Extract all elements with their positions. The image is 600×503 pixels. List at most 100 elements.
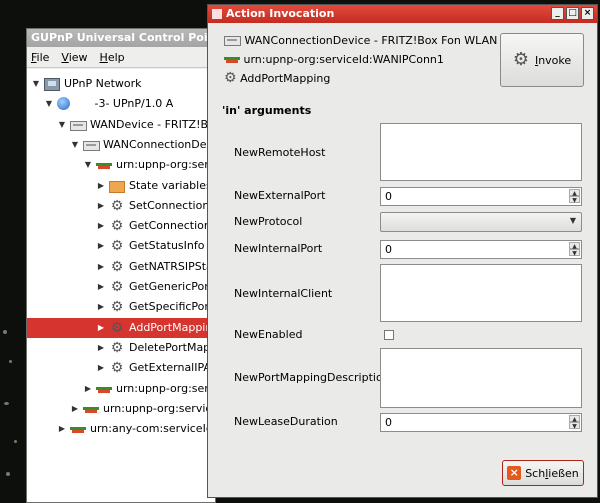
spin-up-icon[interactable]: ▲ bbox=[569, 242, 580, 250]
expander-closed-icon[interactable]: ▶ bbox=[96, 358, 106, 378]
tree-row-label: State variables bbox=[129, 178, 212, 192]
expander-open-icon[interactable]: ▼ bbox=[57, 115, 67, 135]
external-port-spinner[interactable]: 0 ▲ ▼ bbox=[380, 187, 582, 206]
service-icon bbox=[96, 385, 112, 395]
close-button[interactable]: × Schließen bbox=[502, 460, 584, 486]
invoke-label: Invoke bbox=[534, 53, 572, 67]
tree-row[interactable]: ▶⚙ GetExternalIPAdd bbox=[27, 358, 215, 378]
maximize-button[interactable]: □ bbox=[566, 7, 579, 20]
expander-closed-icon[interactable]: ▶ bbox=[96, 236, 106, 256]
gear-icon: ⚙ bbox=[110, 360, 124, 377]
expander-closed-icon[interactable]: ▶ bbox=[96, 196, 106, 216]
tree-row[interactable]: ▼ -3- UPnP/1.0 A bbox=[27, 94, 215, 114]
tree-row[interactable]: ▼ urn:upnp-org:service bbox=[27, 155, 215, 175]
network-icon bbox=[44, 78, 60, 91]
gear-icon: ⚙ bbox=[110, 339, 124, 356]
menu-view[interactable]: View bbox=[61, 51, 87, 64]
in-arguments-heading: 'in' arguments bbox=[222, 104, 312, 117]
enabled-checkbox[interactable] bbox=[384, 330, 394, 340]
spin-down-icon[interactable]: ▼ bbox=[569, 249, 580, 257]
tree-row-label: -3- UPnP/1.0 A bbox=[77, 97, 174, 111]
tree-row[interactable]: ▼ WANConnectionDevice bbox=[27, 135, 215, 155]
expander-closed-icon[interactable]: ▶ bbox=[96, 338, 106, 358]
protocol-combobox[interactable]: ▼ bbox=[380, 212, 582, 232]
gear-icon: ⚙ bbox=[110, 319, 124, 336]
spin-up-icon[interactable]: ▲ bbox=[569, 415, 580, 423]
window-title: GUPnP Universal Control Point bbox=[27, 29, 215, 47]
expander-closed-icon[interactable]: ▶ bbox=[96, 257, 106, 277]
menu-help[interactable]: Help bbox=[100, 51, 125, 64]
expander-open-icon[interactable]: ▼ bbox=[83, 155, 93, 175]
tree-row[interactable]: ▶ ⚙ GetNATRSIPStatu bbox=[27, 257, 215, 277]
tree-row-label: SetConnectionTy bbox=[129, 198, 215, 212]
arg-label-internal-client: NewInternalClient bbox=[234, 287, 333, 300]
tree-row-label: GetNATRSIPStatu bbox=[129, 259, 215, 273]
chevron-down-icon: ▼ bbox=[569, 216, 576, 225]
expander-closed-icon[interactable]: ▶ bbox=[96, 277, 106, 297]
menu-file[interactable]: File bbox=[31, 51, 49, 64]
expander-closed-icon[interactable]: ▶ bbox=[70, 399, 80, 419]
tree-row-label: GetConnectionTy bbox=[129, 219, 215, 233]
expander-closed-icon[interactable]: ▶ bbox=[96, 318, 106, 338]
service-icon bbox=[83, 405, 99, 415]
device-tree[interactable]: ▼ UPnP Network ▼ -3- UPnP/1.0 A ▼ WANDevice … bbox=[27, 69, 215, 502]
tree-row-label: WANConnectionDevice bbox=[103, 137, 215, 151]
tree-row[interactable]: ▶ urn:any-com:serviceId:a bbox=[27, 419, 215, 439]
internal-port-spinner[interactable]: 0 ▲ ▼ bbox=[380, 240, 582, 259]
close-label: Schließen bbox=[525, 466, 579, 480]
tree-row[interactable]: ▶ ⚙ SetConnectionTy bbox=[27, 196, 215, 216]
tree-row[interactable]: ▼ WANDevice - FRITZ!Box bbox=[27, 115, 215, 135]
arg-label-remote-host: NewRemoteHost bbox=[234, 146, 326, 159]
globe-icon bbox=[57, 97, 70, 111]
expander-closed-icon[interactable]: ▶ bbox=[96, 297, 106, 317]
tree-row-label: urn:any-com:serviceId:a bbox=[90, 422, 215, 436]
action-info: ⚙ AddPortMapping bbox=[224, 70, 330, 88]
tree-row[interactable]: ▼ UPnP Network bbox=[27, 74, 215, 94]
tree-row[interactable]: ▶ State variables bbox=[27, 176, 215, 196]
menu-bar: File View Help bbox=[27, 47, 215, 68]
gear-icon: ⚙ bbox=[110, 279, 124, 295]
desktop-light bbox=[4, 402, 9, 405]
tree-row[interactable]: ▶ ⚙ GetConnectionTy bbox=[27, 216, 215, 236]
desktop-light bbox=[9, 360, 12, 363]
expander-closed-icon[interactable]: ▶ bbox=[57, 419, 67, 439]
expander-open-icon[interactable]: ▼ bbox=[70, 135, 80, 155]
spin-down-icon[interactable]: ▼ bbox=[569, 196, 580, 204]
tree-row-label: GetSpecificPortM bbox=[129, 300, 215, 314]
gear-icon: ⚙ bbox=[512, 49, 529, 70]
spin-down-icon[interactable]: ▼ bbox=[569, 422, 580, 430]
tree-row[interactable]: ▶ ⚙ GetGenericPortM bbox=[27, 277, 215, 297]
device-icon bbox=[224, 36, 241, 46]
spin-up-icon[interactable]: ▲ bbox=[569, 189, 580, 197]
expander-closed-icon[interactable]: ▶ bbox=[83, 379, 93, 399]
expander-closed-icon[interactable]: ▶ bbox=[96, 216, 106, 236]
app-icon bbox=[212, 9, 222, 19]
arg-label-internal-port: NewInternalPort bbox=[234, 242, 323, 255]
device-icon bbox=[83, 140, 100, 151]
tree-row[interactable]: ▶ ⚙ AddPortMapping bbox=[27, 317, 215, 338]
tree-row-label: urn:upnp-org:servic bbox=[116, 381, 215, 395]
tree-row[interactable]: ▶ ⚙ DeletePortMappi bbox=[27, 338, 215, 358]
service-id: urn:upnp-org:serviceId:WANIPConn1 bbox=[243, 53, 444, 66]
action-invocation-dialog: Action Invocation _ □ × WANConnectionDev… bbox=[207, 4, 598, 498]
dialog-titlebar: Action Invocation _ □ × bbox=[208, 5, 597, 23]
expander-open-icon[interactable]: ▼ bbox=[44, 94, 54, 114]
control-point-window: GUPnP Universal Control Point File View … bbox=[26, 28, 216, 503]
remote-host-textarea[interactable] bbox=[380, 123, 582, 181]
gear-icon: ⚙ bbox=[110, 218, 124, 235]
tree-row-label: AddPortMapping bbox=[129, 320, 215, 334]
tree-row[interactable]: ▶ urn:upnp-org:serviceId bbox=[27, 399, 215, 419]
tree-row[interactable]: ▶ ⚙ GetSpecificPortM bbox=[27, 297, 215, 317]
minimize-button[interactable]: _ bbox=[551, 7, 564, 20]
expander-closed-icon[interactable]: ▶ bbox=[96, 176, 106, 196]
lease-duration-spinner[interactable]: 0 ▲ ▼ bbox=[380, 413, 582, 432]
description-textarea[interactable] bbox=[380, 348, 582, 408]
expander-open-icon[interactable]: ▼ bbox=[31, 74, 41, 94]
internal-client-textarea[interactable] bbox=[380, 264, 582, 322]
close-window-button[interactable]: × bbox=[581, 7, 594, 20]
tree-row[interactable]: ▶ urn:upnp-org:servic bbox=[27, 379, 215, 399]
tree-row-label: urn:upnp-org:serviceId bbox=[103, 401, 215, 415]
invoke-button[interactable]: ⚙ Invoke bbox=[500, 33, 584, 87]
arg-label-lease-duration: NewLeaseDuration bbox=[234, 415, 338, 428]
tree-row[interactable]: ▶ ⚙ GetStatusInfo bbox=[27, 236, 215, 256]
